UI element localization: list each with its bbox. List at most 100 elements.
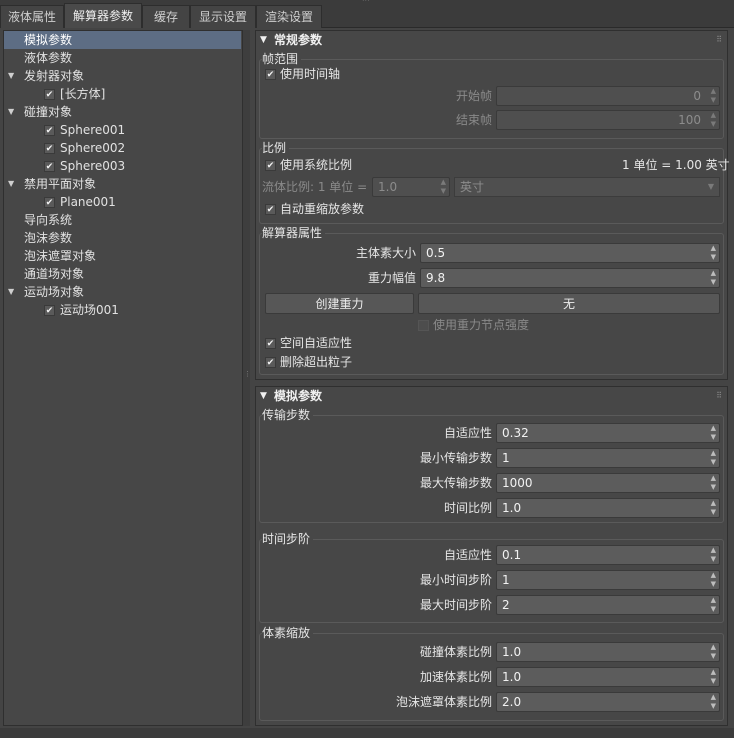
foam-mask-voxel-scale-spinner[interactable]: 2.0 ▲ ▼ [496,692,720,712]
spinner-arrows-icon[interactable]: ▲ ▼ [711,111,716,129]
tree-item-kill-planes[interactable]: ▼ 禁用平面对象 [4,175,96,193]
acceleration-voxel-scale-spinner[interactable]: 1.0 ▲ ▼ [496,667,720,687]
drag-handle-icon[interactable]: ⠿ [716,31,722,49]
spinner-value: 1 [502,573,510,587]
spinner-value: 0.1 [502,548,522,562]
spinner-arrows-icon[interactable]: ▲ ▼ [711,499,716,517]
create-gravity-button[interactable]: 创建重力 [265,293,414,314]
transport-adaptivity-spinner[interactable]: 0.32 ▲ ▼ [496,423,720,443]
time-scale-spinner[interactable]: 1.0 ▲ ▼ [496,498,720,518]
gravity-magnitude-spinner[interactable]: 9.8 ▲ ▼ [420,268,720,288]
group-title-scale: 比例 [262,141,290,155]
tree-item-plane001[interactable]: ✔ Plane001 [4,193,116,211]
expand-arrow-icon[interactable]: ▼ [8,103,18,121]
collapse-arrow-icon[interactable]: ▼ [260,387,267,405]
panel-splitter[interactable]: ⋮ [243,30,251,726]
tree-item-simulation-params[interactable]: 模拟参数 [4,31,241,49]
spinner-value: 1.0 [502,670,522,684]
spinner-arrows-icon[interactable]: ▲ ▼ [711,244,716,262]
spinner-arrows-icon[interactable]: ▲ ▼ [711,668,716,686]
gravity-node-picker-button[interactable]: 无 [418,293,720,314]
tree-item-emitter-box[interactable]: ✔ [长方体] [4,85,105,103]
checkbox-checked-icon[interactable]: ✔ [44,161,55,172]
tree-item-sphere001[interactable]: ✔ Sphere001 [4,121,125,139]
checkbox-checked-icon: ✔ [265,357,276,368]
min-timestep-spinner[interactable]: 1 ▲ ▼ [496,570,720,590]
end-frame-label: 结束帧 [455,113,492,127]
checkbox-checked-icon[interactable]: ✔ [44,89,55,100]
min-transport-steps-spinner[interactable]: 1 ▲ ▼ [496,448,720,468]
tree-item-channel-fields[interactable]: 通道场对象 [4,265,84,283]
tab-solver-parameters[interactable]: 解算器参数 [64,3,142,28]
dropdown-value: 英寸 [460,180,485,194]
tree-item-foam-params[interactable]: 泡沫参数 [4,229,72,247]
spinner-arrows-icon[interactable]: ▲ ▼ [711,269,716,287]
start-frame-spinner[interactable]: 0 ▲ ▼ [496,86,720,106]
end-frame-spinner[interactable]: 100 ▲ ▼ [496,110,720,130]
expand-arrow-icon[interactable]: ▼ [8,283,18,301]
resize-grip-icon[interactable]: ··· [362,0,378,5]
tree-item-sphere003[interactable]: ✔ Sphere003 [4,157,125,175]
spinner-value: 2 [502,598,510,612]
expand-arrow-icon[interactable]: ▼ [8,175,18,193]
unit-dropdown[interactable]: 英寸 ▼ [454,177,720,197]
spinner-arrows-icon[interactable]: ▲ ▼ [441,178,446,196]
tree-item-guide-system[interactable]: 导向系统 [4,211,72,229]
tab-render-settings[interactable]: 渲染设置 [256,5,322,28]
tree-item-sphere002[interactable]: ✔ Sphere002 [4,139,125,157]
group-title-voxel-scale: 体素缩放 [262,626,314,640]
tree-item-label: 碰撞对象 [24,105,73,119]
tree-item-motion-field001[interactable]: ✔ 运动场001 [4,301,119,319]
checkbox-checked-icon[interactable]: ✔ [44,125,55,136]
auto-rescale-checkbox[interactable]: ✔ 自动重缩放参数 [265,201,364,217]
spinner-arrows-icon[interactable]: ▲ ▼ [711,693,716,711]
tree-item-motion-fields[interactable]: ▼ 运动场对象 [4,283,84,301]
max-timestep-spinner[interactable]: 2 ▲ ▼ [496,595,720,615]
collision-voxel-scale-spinner[interactable]: 1.0 ▲ ▼ [496,642,720,662]
spinner-arrows-icon[interactable]: ▲ ▼ [711,643,716,661]
tab-cache[interactable]: 缓存 [142,5,190,28]
use-timeline-checkbox[interactable]: ✔ 使用时间轴 [265,66,340,82]
spinner-arrows-icon[interactable]: ▲ ▼ [711,449,716,467]
checkbox-checked-icon[interactable]: ✔ [44,143,55,154]
delete-out-particles-checkbox[interactable]: ✔ 删除超出粒子 [265,354,352,370]
spinner-arrows-icon[interactable]: ▲ ▼ [711,571,716,589]
group-title-solver-properties: 解算器属性 [262,226,326,240]
splitter-grip-icon[interactable]: ⋮ [244,370,251,384]
tab-liquid-properties[interactable]: 液体属性 [0,5,64,28]
spinner-arrows-icon[interactable]: ▲ ▼ [711,546,716,564]
time-scale-label: 时间比例 [443,501,492,515]
rollout-header-general[interactable]: ▼ 常规参数 ⠿ [256,31,727,49]
tab-display-settings[interactable]: 显示设置 [190,5,256,28]
expand-arrow-icon[interactable]: ▼ [8,67,18,85]
spinner-value: 1.0 [378,180,398,194]
tree-item-label: 运动场001 [60,303,119,317]
drag-handle-icon[interactable]: ⠿ [716,387,722,405]
tree-item-emitters[interactable]: ▼ 发射器对象 [4,67,84,85]
rollout-header-simulation[interactable]: ▼ 模拟参数 ⠿ [256,387,727,405]
use-system-scale-checkbox[interactable]: ✔ 使用系统比例 [265,157,352,173]
tree-item-foam-mask[interactable]: 泡沫遮罩对象 [4,247,96,265]
max-transport-steps-spinner[interactable]: 1000 ▲ ▼ [496,473,720,493]
voxel-size-spinner[interactable]: 0.5 ▲ ▼ [420,243,720,263]
fluid-scale-label: 流体比例: 1 单位 = [262,180,368,194]
tree-item-colliders[interactable]: ▼ 碰撞对象 [4,103,72,121]
spatial-adaptivity-checkbox[interactable]: ✔ 空间自适应性 [265,335,352,351]
spinner-arrows-icon[interactable]: ▲ ▼ [711,596,716,614]
spinner-arrows-icon[interactable]: ▲ ▼ [711,87,716,105]
spinner-arrows-icon[interactable]: ▲ ▼ [711,424,716,442]
checkbox-checked-icon[interactable]: ✔ [44,197,55,208]
spinner-value: 2.0 [502,695,522,709]
timestep-adaptivity-spinner[interactable]: 0.1 ▲ ▼ [496,545,720,565]
spinner-arrows-icon[interactable]: ▲ ▼ [711,474,716,492]
fluid-scale-spinner[interactable]: 1.0 ▲ ▼ [372,177,450,197]
gravity-magnitude-label: 重力幅值 [367,271,416,285]
collapse-arrow-icon[interactable]: ▼ [260,31,267,49]
use-gravity-node-strength-checkbox[interactable]: 使用重力节点强度 [418,317,529,333]
tree-item-liquid-params[interactable]: 液体参数 [4,49,72,67]
min-timestep-label: 最小时间步阶 [419,573,492,587]
voxel-size-label: 主体素大小 [355,246,416,260]
checkbox-checked-icon: ✔ [265,338,276,349]
checkbox-checked-icon[interactable]: ✔ [44,305,55,316]
group-title-frame-range: 帧范围 [262,52,302,66]
